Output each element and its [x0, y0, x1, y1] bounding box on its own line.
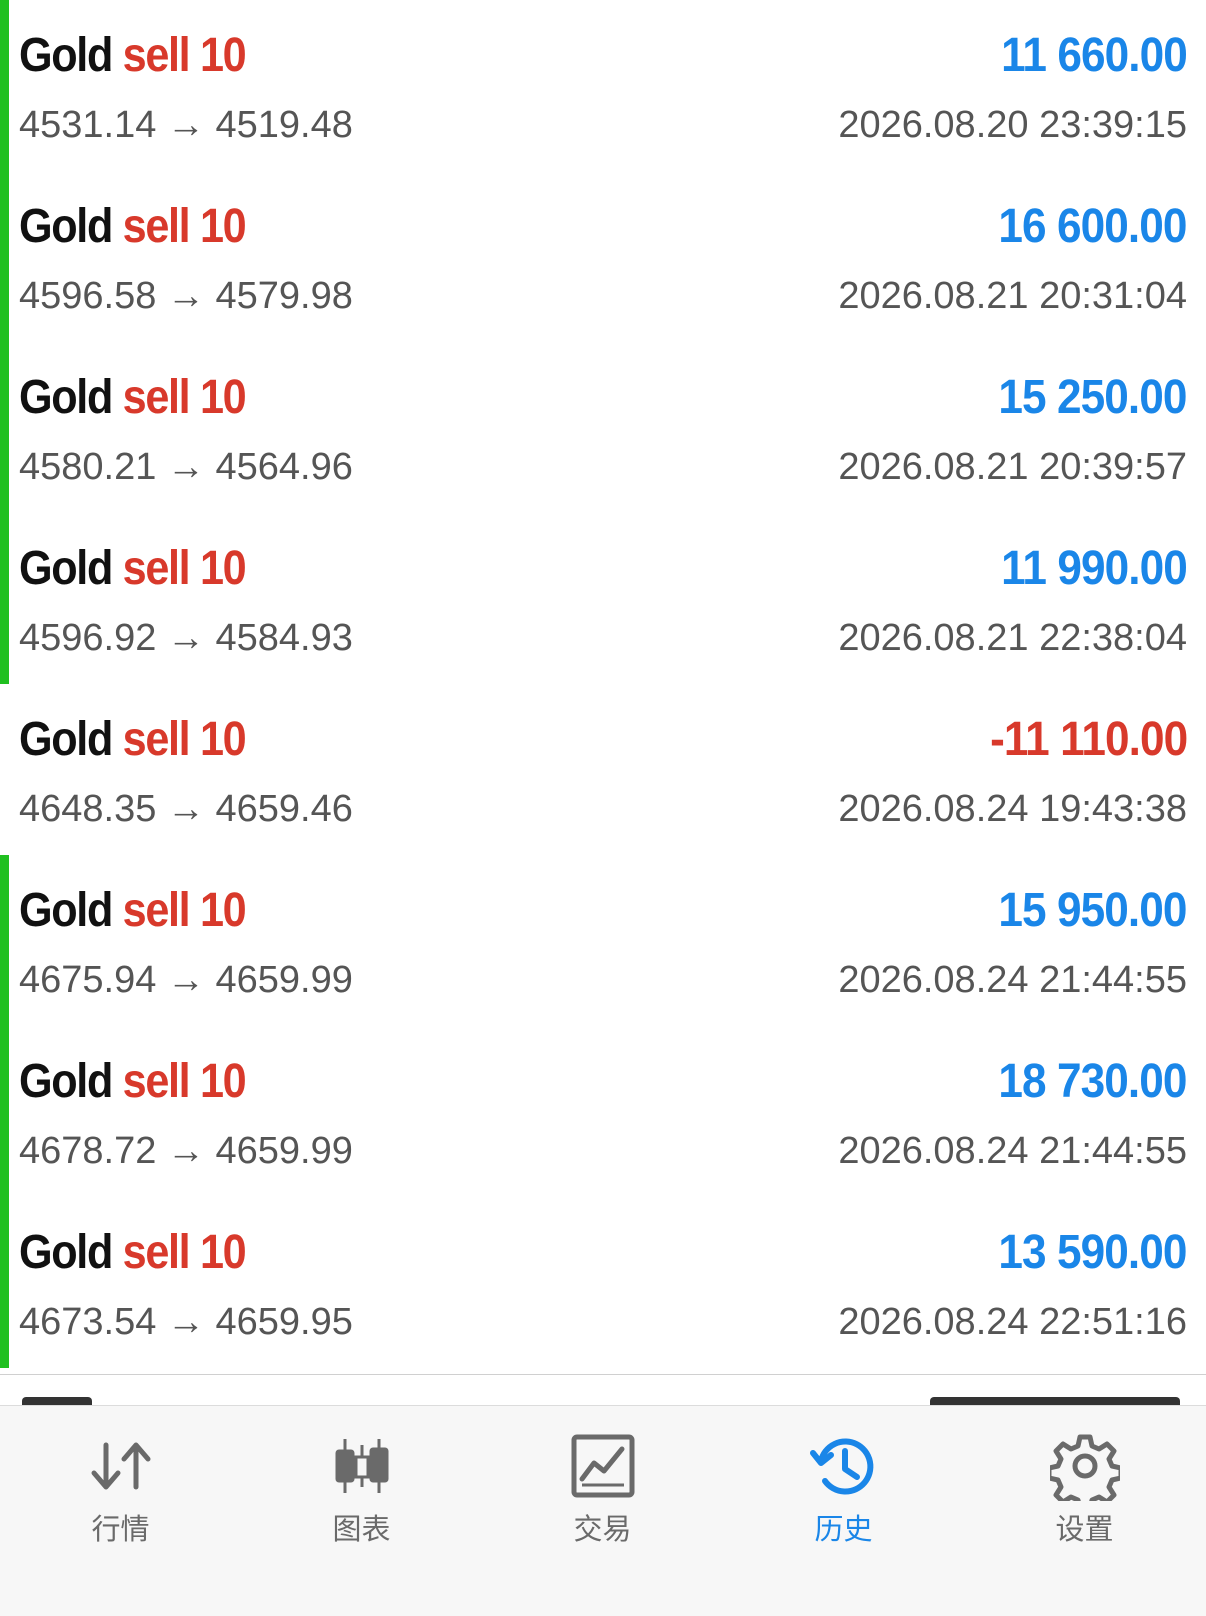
tab-label: 行情	[91, 1512, 150, 1546]
trade-title: Gold sell 10	[19, 1225, 247, 1280]
trade-time: 2026.08.20 23:39:15	[838, 104, 1187, 146]
trade-profit: -11 110.00	[989, 713, 1188, 766]
trade-prices: 4648.35 → 4659.46	[19, 788, 353, 830]
trade-profit: 15 250.00	[998, 371, 1188, 424]
tab-label: 交易	[573, 1512, 632, 1546]
trade-row[interactable]: Gold sell 10 4648.35 → 4659.46 -11 110.0…	[0, 684, 1206, 855]
trade-prices: 4596.92 → 4584.93	[19, 617, 353, 659]
tab-charts[interactable]: 图表	[241, 1406, 482, 1546]
tab-label: 设置	[1055, 1512, 1114, 1546]
trade-side: sell	[122, 1055, 191, 1108]
trade-symbol: Gold	[19, 713, 113, 766]
trade-profit: 11 990.00	[1001, 542, 1188, 595]
trade-row[interactable]: Gold sell 10 4675.94 → 4659.99 15 950.00…	[0, 855, 1206, 1026]
clipped-text-fragment	[930, 1397, 1180, 1405]
trade-symbol: Gold	[19, 371, 113, 424]
trade-time: 2026.08.24 21:44:55	[838, 1130, 1187, 1172]
trade-time: 2026.08.24 19:43:38	[838, 788, 1187, 830]
trade-symbol: Gold	[19, 1226, 113, 1279]
trade-profit: 18 730.00	[998, 1055, 1188, 1108]
trade-prices: 4678.72 → 4659.99	[19, 1130, 353, 1172]
bottom-tab-bar: 行情 图表 交易 历史 设置	[0, 1405, 1206, 1616]
trade-time: 2026.08.21 22:38:04	[838, 617, 1187, 659]
trade-profit: 11 660.00	[1001, 29, 1188, 82]
trade-volume: 10	[199, 542, 247, 595]
profit-indicator-bar	[0, 855, 9, 1026]
trade-prices: 4596.58 → 4579.98	[19, 275, 353, 317]
trade-profit: 16 600.00	[998, 200, 1188, 253]
candlestick-chart-icon	[335, 1439, 388, 1493]
trade-prices: 4580.21 → 4564.96	[19, 446, 353, 488]
trade-side: sell	[122, 29, 191, 82]
trade-side: sell	[122, 200, 191, 253]
trade-symbol: Gold	[19, 29, 113, 82]
trade-profit: 13 590.00	[998, 1226, 1188, 1279]
trade-row[interactable]: Gold sell 10 4580.21 → 4564.96 15 250.00…	[0, 342, 1206, 513]
trade-prices: 4673.54 → 4659.95	[19, 1301, 353, 1343]
trade-time: 2026.08.24 21:44:55	[838, 959, 1187, 1001]
trade-prices: 4531.14 → 4519.48	[19, 104, 353, 146]
trade-title: Gold sell 10	[19, 712, 247, 767]
gear-icon	[1049, 1434, 1120, 1501]
trade-row[interactable]: Gold sell 10 4678.72 → 4659.99 18 730.00…	[0, 1026, 1206, 1197]
trade-symbol: Gold	[19, 884, 113, 937]
trade-title: Gold sell 10	[19, 541, 247, 596]
clipped-summary-row	[0, 1375, 1206, 1405]
trade-volume: 10	[199, 200, 247, 253]
history-clock-icon	[809, 1438, 873, 1495]
trade-side: sell	[122, 1226, 191, 1279]
clipped-text-fragment	[22, 1397, 92, 1405]
trade-time: 2026.08.24 22:51:16	[838, 1301, 1187, 1343]
trade-prices: 4675.94 → 4659.99	[19, 959, 353, 1001]
trade-profit: 15 950.00	[998, 884, 1188, 937]
trade-title: Gold sell 10	[19, 370, 247, 425]
profit-indicator-bar	[0, 1197, 9, 1368]
tab-settings[interactable]: 设置	[964, 1406, 1205, 1546]
trade-row[interactable]: Gold sell 10 4596.58 → 4579.98 16 600.00…	[0, 171, 1206, 342]
trade-volume: 10	[199, 29, 247, 82]
trade-title: Gold sell 10	[19, 199, 247, 254]
trade-time: 2026.08.21 20:39:57	[838, 446, 1187, 488]
tab-trade[interactable]: 交易	[482, 1406, 723, 1546]
trade-volume: 10	[199, 1226, 247, 1279]
trade-title: Gold sell 10	[19, 1054, 247, 1109]
trade-row[interactable]: Gold sell 10 4596.92 → 4584.93 11 990.00…	[0, 513, 1206, 684]
trade-volume: 10	[199, 1055, 247, 1108]
trade-symbol: Gold	[19, 542, 113, 595]
trade-title: Gold sell 10	[19, 883, 247, 938]
trade-row[interactable]: Gold sell 10 4531.14 → 4519.48 11 660.00…	[0, 0, 1206, 171]
trade-volume: 10	[199, 713, 247, 766]
trade-volume: 10	[199, 884, 247, 937]
trade-chart-icon	[571, 1434, 634, 1498]
trade-symbol: Gold	[19, 1055, 113, 1108]
profit-indicator-bar	[0, 0, 9, 171]
trade-side: sell	[122, 884, 191, 937]
trade-side: sell	[122, 542, 191, 595]
trade-side: sell	[122, 713, 191, 766]
tab-label: 图表	[332, 1512, 391, 1546]
trade-history-list: Gold sell 10 4531.14 → 4519.48 11 660.00…	[0, 0, 1206, 1375]
tab-quotes[interactable]: 行情	[0, 1406, 241, 1546]
quotes-arrows-icon	[91, 1442, 150, 1490]
profit-indicator-bar	[0, 513, 9, 684]
profit-indicator-bar	[0, 1026, 9, 1197]
trade-row[interactable]: Gold sell 10 4673.54 → 4659.95 13 590.00…	[0, 1197, 1206, 1368]
profit-indicator-bar	[0, 171, 9, 342]
tab-label: 历史	[814, 1512, 873, 1546]
trade-side: sell	[122, 371, 191, 424]
profit-indicator-bar	[0, 342, 9, 513]
trade-time: 2026.08.21 20:31:04	[838, 275, 1187, 317]
trade-title: Gold sell 10	[19, 28, 247, 83]
tab-history[interactable]: 历史	[723, 1406, 964, 1546]
trade-symbol: Gold	[19, 200, 113, 253]
trade-volume: 10	[199, 371, 247, 424]
